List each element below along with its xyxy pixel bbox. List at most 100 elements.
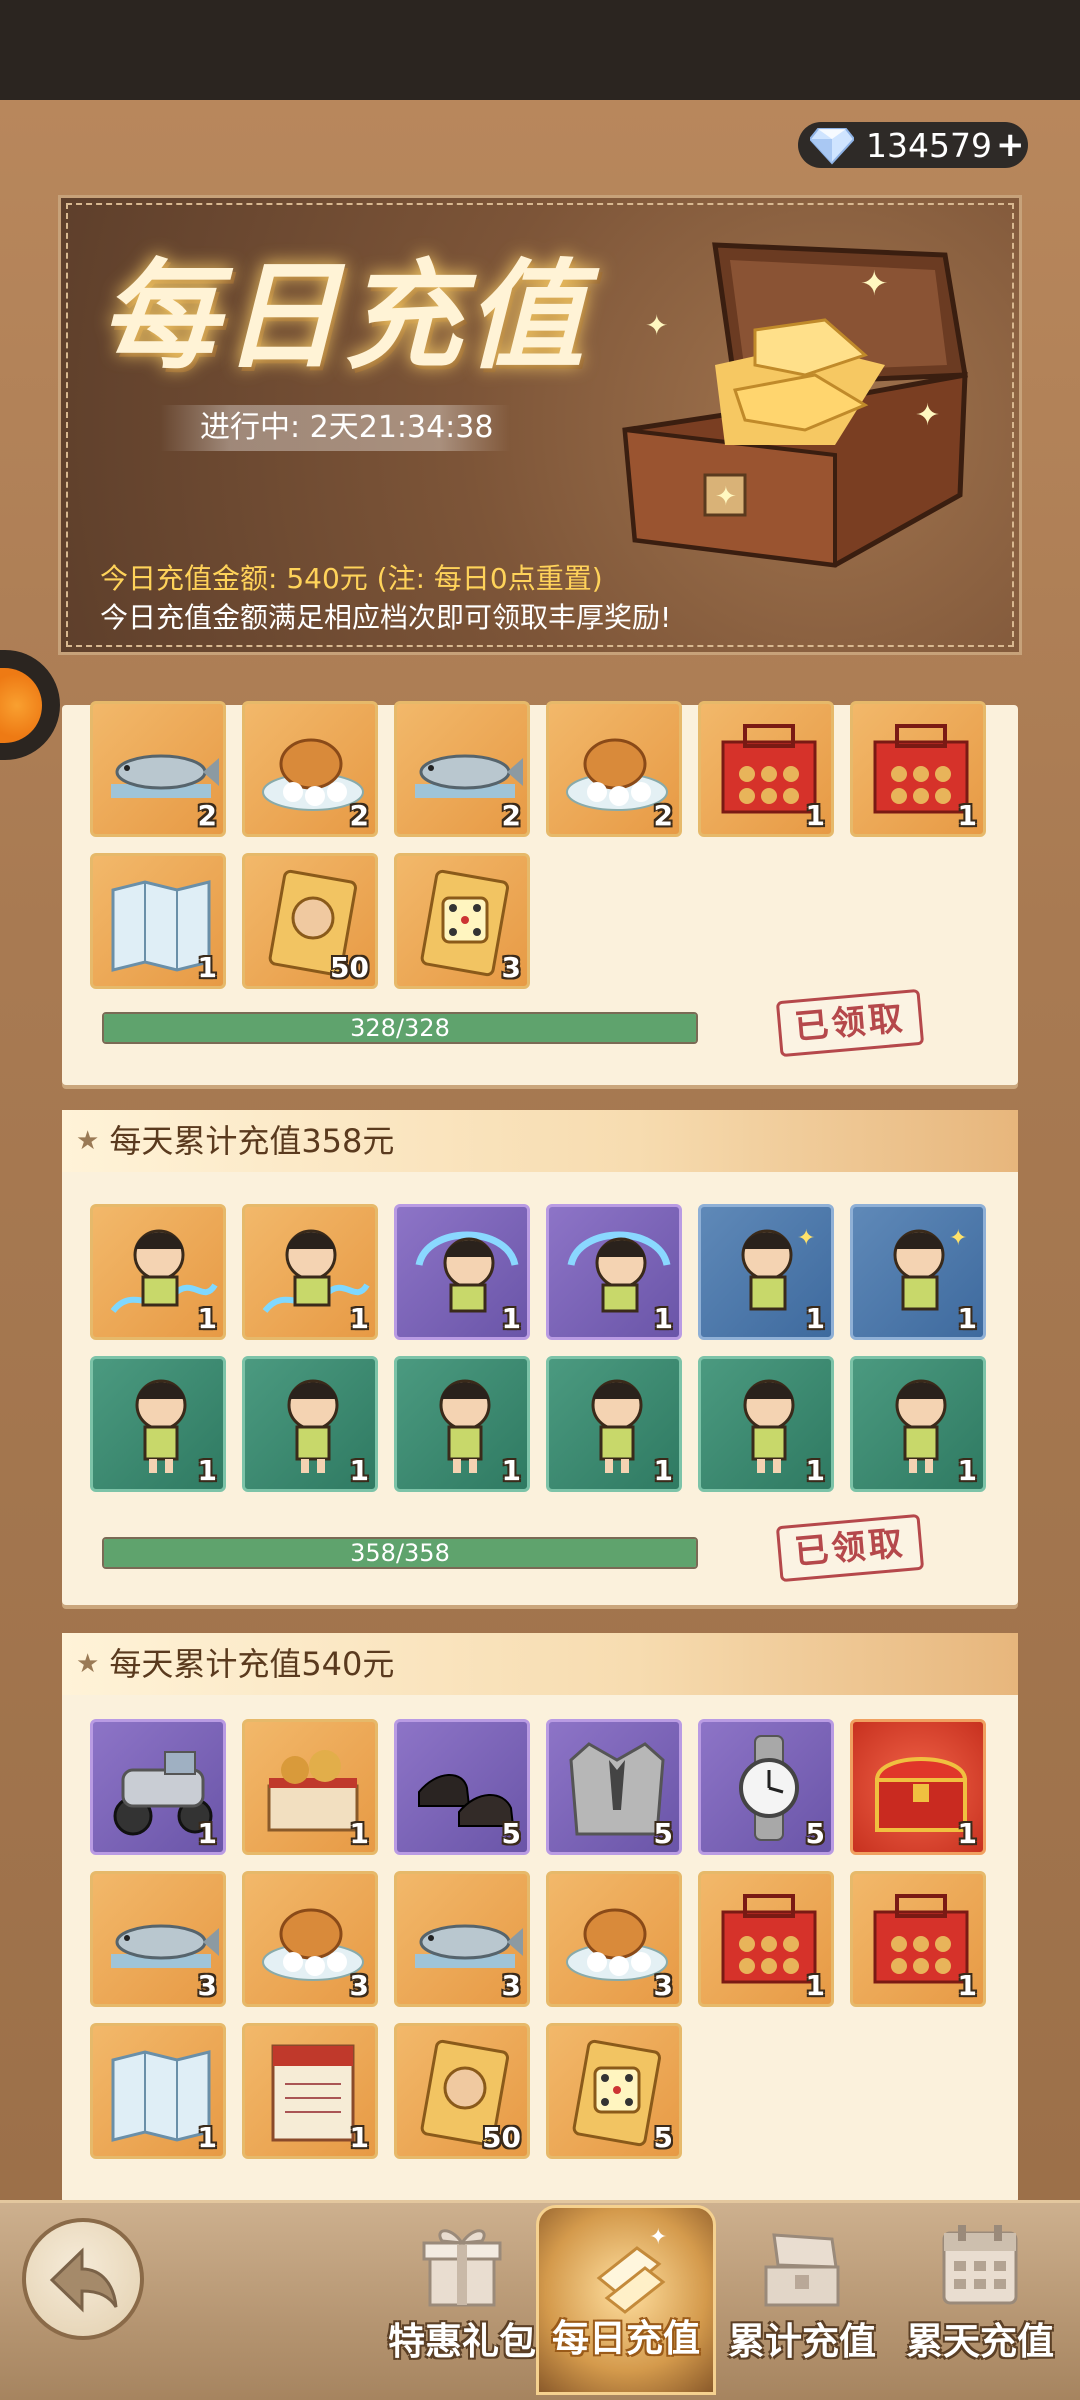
tier-header: ★ 每天累计充值358元 (62, 1110, 1018, 1172)
item-quantity: 1 (349, 2121, 369, 2154)
item-quantity: 1 (197, 1454, 217, 1487)
gift-icon (422, 2229, 502, 2307)
item-quantity: 1 (957, 1817, 977, 1850)
item-quantity: 1 (501, 1302, 521, 1335)
reward-item[interactable]: 1 (90, 1719, 226, 1855)
item-quantity: 3 (197, 1969, 217, 2002)
reward-item[interactable]: 3 (394, 1871, 530, 2007)
reward-item[interactable]: 1 (90, 1356, 226, 1492)
item-quantity: 1 (805, 1454, 825, 1487)
item-quantity: 1 (501, 1454, 521, 1487)
reward-item[interactable]: 1 (850, 1719, 986, 1855)
reward-item[interactable]: 5 (698, 1719, 834, 1855)
reward-item[interactable]: 1 (394, 1356, 530, 1492)
reward-item[interactable]: 1 (698, 701, 834, 837)
open-chest-icon (764, 2233, 840, 2307)
item-quantity: 1 (957, 1454, 977, 1487)
item-quantity: 5 (653, 2121, 673, 2154)
svg-text:✦: ✦ (645, 309, 668, 342)
item-quantity: 2 (349, 799, 369, 832)
reward-item[interactable]: 3 (242, 1871, 378, 2007)
reward-item[interactable]: 5 (394, 1719, 530, 1855)
item-quantity: 1 (653, 1302, 673, 1335)
reward-item[interactable]: 1 (698, 1356, 834, 1492)
tier-card-328: 2 2 2 2 1 1 1 50 3 328/328 已领取 (62, 701, 1018, 1085)
reward-item[interactable]: 1 (698, 1871, 834, 2007)
item-quantity: 1 (197, 1817, 217, 1850)
item-quantity: 1 (349, 1454, 369, 1487)
reward-item[interactable]: 1 (546, 1204, 682, 1340)
item-quantity: 1 (957, 799, 977, 832)
today-recharge-amount: 今日充值金额: 540元 (注: 每日0点重置) (100, 562, 603, 595)
item-quantity: 50 (482, 2121, 521, 2154)
gem-counter[interactable]: 134579 + (798, 122, 1028, 168)
reward-item[interactable]: 50 (242, 853, 378, 989)
event-timer: 进行中: 2天21:34:38 (160, 405, 510, 451)
banner-hint: 今日充值金额满足相应档次即可领取丰厚奖励! (100, 601, 672, 634)
tier-title: 每天累计充值358元 (109, 1122, 395, 1160)
reward-item[interactable]: 1 (850, 1871, 986, 2007)
svg-text:✦: ✦ (915, 398, 940, 433)
svg-text:✦: ✦ (949, 1226, 967, 1251)
reward-item[interactable]: 2 (242, 701, 378, 837)
calendar-icon (942, 2225, 1018, 2305)
reward-item[interactable]: 1 (242, 1204, 378, 1340)
reward-item[interactable]: 1 (850, 1356, 986, 1492)
svg-text:✦: ✦ (860, 264, 889, 304)
reward-item[interactable]: 1 (242, 1356, 378, 1492)
item-quantity: 1 (197, 951, 217, 984)
reward-item[interactable]: 2 (394, 701, 530, 837)
reward-item[interactable]: 3 (394, 853, 530, 989)
reward-item[interactable]: 3 (546, 1871, 682, 2007)
item-quantity: 1 (197, 2121, 217, 2154)
progress-bar: 358/358 (102, 1537, 698, 1569)
reward-item[interactable]: 1 (394, 1204, 530, 1340)
reward-item[interactable]: 1 (90, 2023, 226, 2159)
gold-chest-icon: ✦ ✦ ✦ ✦ (622, 242, 968, 568)
reward-item[interactable]: 1 (546, 1356, 682, 1492)
reward-item[interactable]: 2 (546, 701, 682, 837)
item-quantity: 3 (501, 1969, 521, 2002)
banner-title: 每日充值 (100, 246, 589, 385)
add-gems-button[interactable]: + (996, 125, 1025, 165)
tab-label: 特惠礼包 (388, 2320, 536, 2363)
item-quantity: 1 (197, 1302, 217, 1335)
tab-cumulative-recharge[interactable]: 累计充值 (712, 2205, 892, 2395)
claimed-stamp: 已领取 (775, 988, 925, 1058)
reward-item[interactable]: ✦ 1 (698, 1204, 834, 1340)
reward-item[interactable]: 1 (90, 853, 226, 989)
reward-item[interactable]: 5 (546, 2023, 682, 2159)
reward-item[interactable]: ✦ 1 (850, 1204, 986, 1340)
tier-card-358: ★ 每天累计充值358元 1 1 1 1 ✦ 1 ✦ 1 1 1 1 1 1 1 358/358 已领取 (62, 1110, 1018, 1605)
item-quantity: 5 (805, 1817, 825, 1850)
item-quantity: 1 (349, 1817, 369, 1850)
item-quantity: 3 (653, 1969, 673, 2002)
svg-text:✦: ✦ (715, 482, 737, 512)
item-quantity: 50 (330, 951, 369, 984)
tab-consecutive-days[interactable]: 累天充值 (890, 2205, 1070, 2395)
reward-item[interactable]: 3 (90, 1871, 226, 2007)
diamond-icon (810, 128, 854, 165)
back-arrow-icon (49, 2247, 118, 2313)
tab-daily-recharge[interactable]: ✦ 每日充值 (536, 2205, 716, 2395)
item-quantity: 3 (501, 951, 521, 984)
reward-item[interactable]: 1 (90, 1204, 226, 1340)
reward-item[interactable]: 1 (242, 2023, 378, 2159)
tab-special-packs[interactable]: 特惠礼包 (372, 2205, 552, 2395)
item-quantity: 5 (653, 1817, 673, 1850)
gem-amount: 134579 (866, 125, 992, 165)
item-quantity: 2 (653, 799, 673, 832)
item-quantity: 1 (805, 799, 825, 832)
reward-item[interactable]: 50 (394, 2023, 530, 2159)
reward-item[interactable]: 1 (850, 701, 986, 837)
reward-item[interactable]: 1 (242, 1719, 378, 1855)
item-quantity: 1 (957, 1969, 977, 2002)
back-button[interactable] (22, 2218, 144, 2340)
progress-text: 328/328 (350, 1014, 450, 1042)
claimed-stamp: 已领取 (775, 1513, 925, 1583)
reward-item[interactable]: 2 (90, 701, 226, 837)
reward-item[interactable]: 5 (546, 1719, 682, 1855)
tier-title: 每天累计充值540元 (109, 1645, 395, 1683)
tab-label: 累计充值 (728, 2320, 876, 2363)
item-quantity: 2 (501, 799, 521, 832)
